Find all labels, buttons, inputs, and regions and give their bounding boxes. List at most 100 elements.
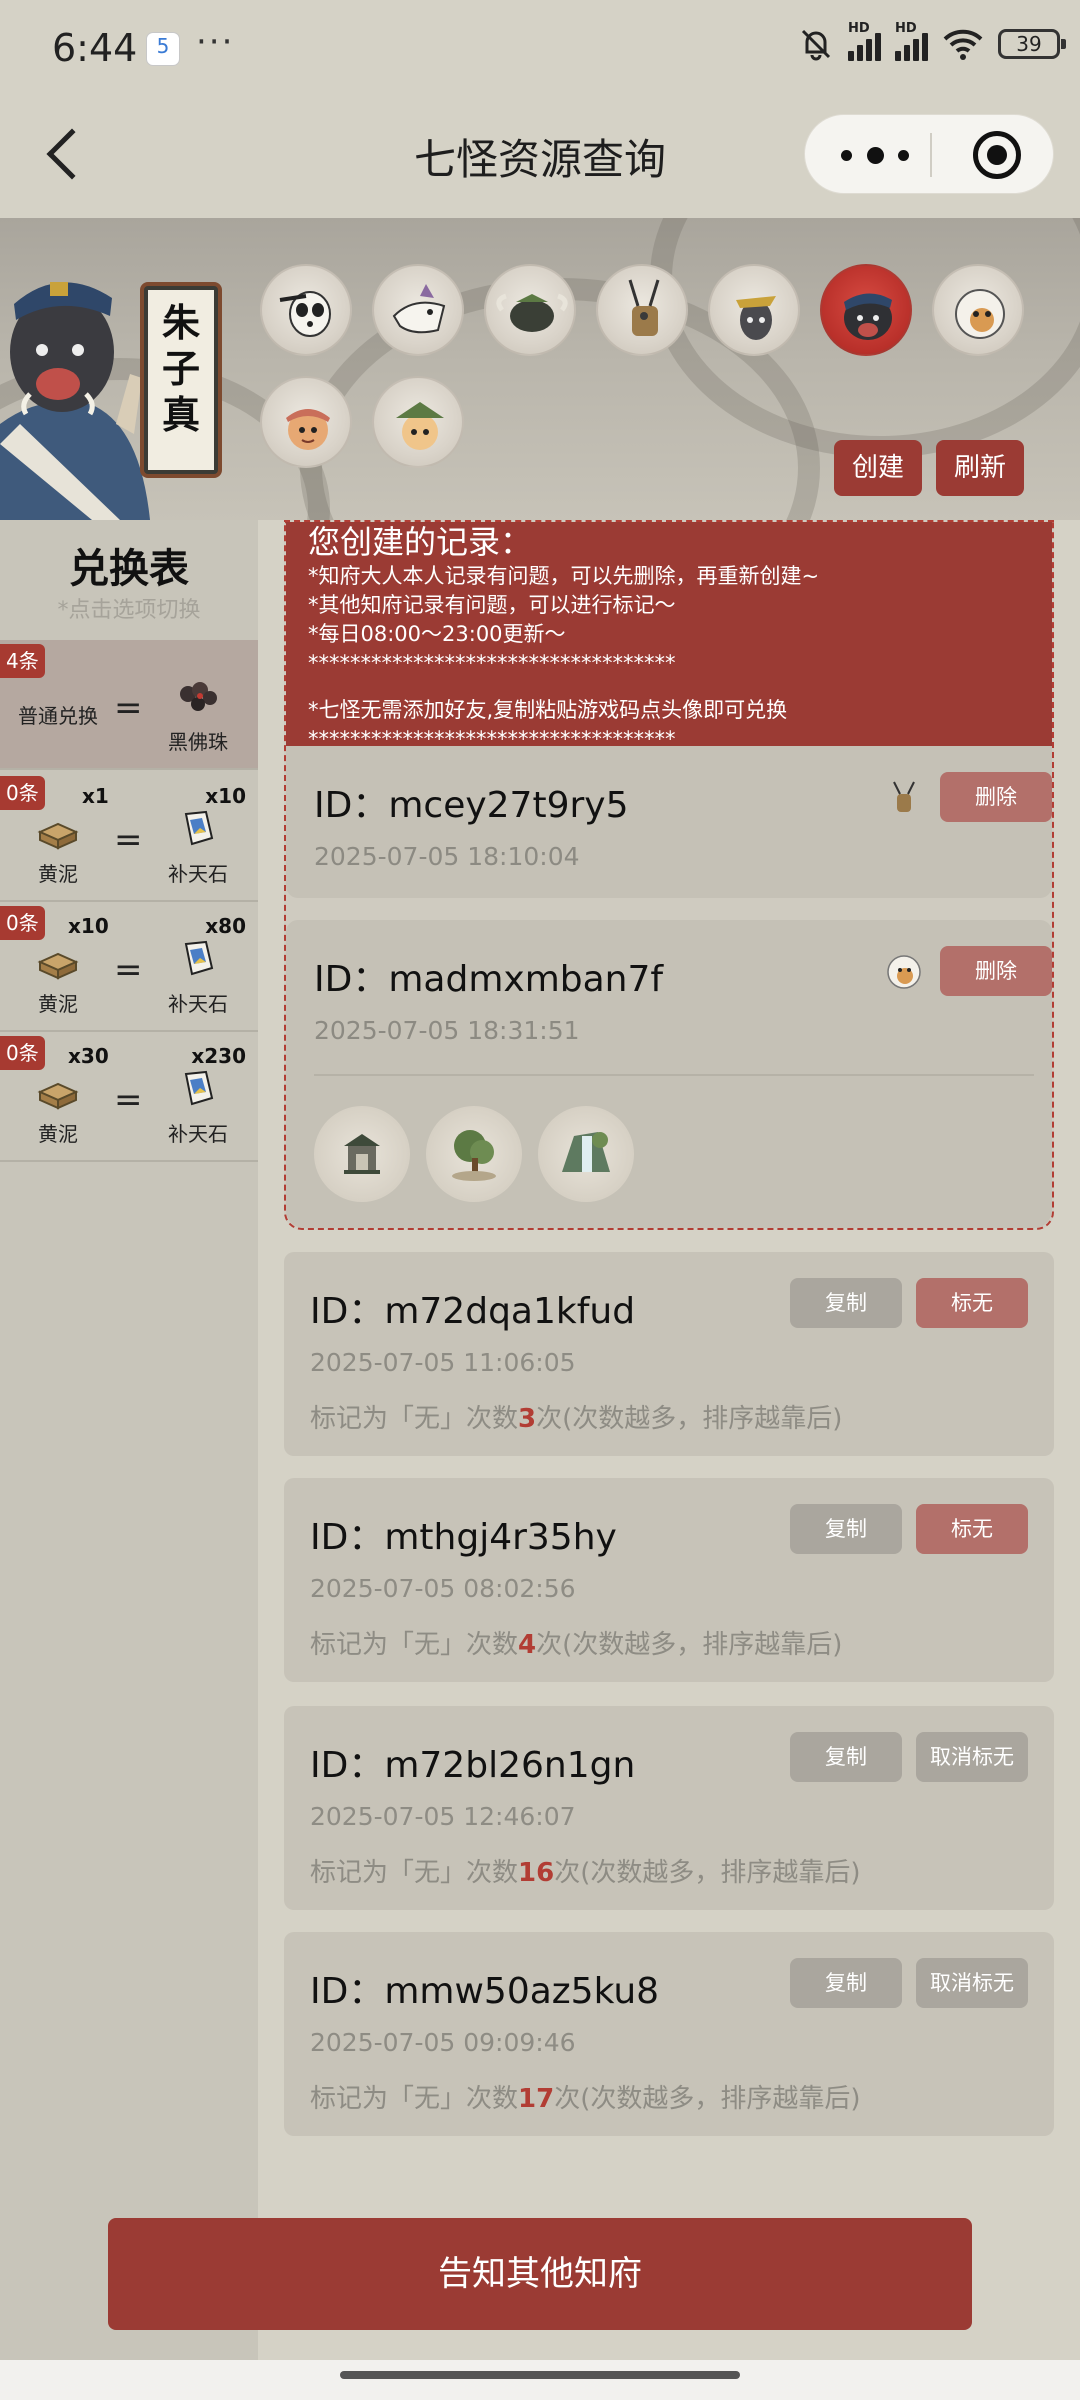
record-id: ID：mcey27t9ry5 bbox=[314, 785, 629, 826]
sidebar-title: 兑换表 bbox=[69, 546, 189, 592]
exchange-right-item: 补天石 bbox=[168, 862, 228, 886]
right-quantity: x10 bbox=[205, 784, 246, 808]
notify-other-magistrates-button[interactable]: 告知其他知府 bbox=[108, 2218, 972, 2330]
copy-button[interactable]: 复制 bbox=[790, 1958, 902, 2008]
notice-title: 您创建的记录： bbox=[308, 523, 533, 561]
right-quantity: x80 bbox=[205, 914, 246, 938]
note-prefix: 标记为「无」次数 bbox=[310, 2084, 519, 2114]
exchange-sidebar: 兑换表 *点击选项切换 4条 普通兑换 = 黑佛珠 0条 x1 x10 = 黄泥… bbox=[0, 520, 258, 2360]
mark-count: 17 bbox=[518, 2084, 555, 2114]
hero-name-plate: 朱子真 bbox=[144, 286, 218, 474]
sky-mending-stone-icon bbox=[184, 1070, 214, 1106]
record-count-badge: 0条 bbox=[0, 776, 45, 810]
right-quantity: x230 bbox=[191, 1044, 246, 1068]
exchange-left-item: 黄泥 bbox=[38, 1122, 78, 1146]
exchange-option-x1-x10[interactable]: 0条 x1 x10 = 黄泥 补天石 bbox=[0, 772, 258, 902]
exchange-left-item: 普通兑换 bbox=[18, 704, 98, 728]
exchange-option-x30-x230[interactable]: 0条 x30 x230 = 黄泥 补天石 bbox=[0, 1032, 258, 1162]
yellow-mud-icon bbox=[37, 1082, 79, 1110]
character-panda-icon[interactable] bbox=[260, 264, 352, 356]
character-bull-icon[interactable] bbox=[484, 264, 576, 356]
monkey-avatar-icon bbox=[887, 955, 921, 989]
record-id: ID：mthgj4r35hy bbox=[310, 1517, 617, 1558]
character-white-dog-icon[interactable] bbox=[372, 264, 464, 356]
mark-count-note: 标记为「无」次数3次(次数越多，排序越靠后) bbox=[310, 1398, 842, 1435]
other-record-card: ID：m72bl26n1gn 2025-07-05 12:46:07 标记为「无… bbox=[284, 1706, 1054, 1910]
mantis-avatar-icon bbox=[893, 781, 915, 812]
character-scholar-icon[interactable] bbox=[372, 376, 464, 468]
record-id: ID：madmxmban7f bbox=[314, 959, 664, 1000]
battery-icon: 39 bbox=[998, 29, 1066, 59]
copy-button[interactable]: 复制 bbox=[790, 1504, 902, 1554]
record-count-badge: 4条 bbox=[0, 644, 45, 678]
own-record-card: ID：mcey27t9ry5 2025-07-05 18:10:04 删除 bbox=[286, 746, 1052, 898]
left-quantity: x30 bbox=[68, 1044, 109, 1068]
character-boar-icon-selected[interactable] bbox=[820, 264, 912, 356]
notice-box: 您创建的记录： *知府大人本人记录有问题，可以先删除，再重新创建~ *其他知府记… bbox=[286, 522, 1052, 751]
copy-button[interactable]: 复制 bbox=[790, 1278, 902, 1328]
mark-none-button[interactable]: 标无 bbox=[916, 1504, 1028, 1554]
notice-line: *********************************** bbox=[308, 651, 676, 675]
other-record-card: ID：mmw50az5ku8 2025-07-05 09:09:46 标记为「无… bbox=[284, 1932, 1054, 2136]
equals-sign: = bbox=[114, 950, 143, 990]
exchange-right-item: 补天石 bbox=[168, 992, 228, 1016]
create-button[interactable]: 创建 bbox=[834, 440, 922, 496]
system-navigation-area bbox=[0, 2360, 1080, 2400]
mark-count: 3 bbox=[518, 1404, 537, 1434]
note-suffix: 次(次数越多，排序越靠后) bbox=[554, 2084, 861, 2114]
network-type-label: HD bbox=[848, 21, 870, 36]
close-program-icon[interactable] bbox=[973, 131, 1021, 179]
exchange-option-normal[interactable]: 4条 普通兑换 = 黑佛珠 bbox=[0, 640, 258, 770]
notice-line: *七怪无需添加好友,复制粘贴游戏码点头像即可兑换 bbox=[308, 698, 788, 722]
character-monkey-icon[interactable] bbox=[932, 264, 1024, 356]
exchange-right-item: 补天石 bbox=[168, 1122, 228, 1146]
note-suffix: 次(次数越多，排序越靠后) bbox=[554, 1858, 861, 1888]
pavilion-resource-icon bbox=[314, 1106, 410, 1202]
mark-count-note: 标记为「无」次数4次(次数越多，排序越靠后) bbox=[310, 1624, 842, 1661]
character-rat-icon[interactable] bbox=[708, 264, 800, 356]
delete-button[interactable]: 删除 bbox=[940, 772, 1052, 822]
sky-mending-stone-icon bbox=[184, 810, 214, 846]
notice-line: *每日08:00～23:00更新～ bbox=[308, 622, 566, 646]
notice-line: *其他知府记录有问题，可以进行标记～ bbox=[308, 593, 676, 617]
record-id: ID：m72bl26n1gn bbox=[310, 1745, 636, 1786]
delete-button[interactable]: 删除 bbox=[940, 946, 1052, 996]
exchange-left-item: 黄泥 bbox=[38, 862, 78, 886]
character-mantis-icon[interactable] bbox=[596, 264, 688, 356]
note-prefix: 标记为「无」次数 bbox=[310, 1630, 519, 1660]
mark-count-note: 标记为「无」次数16次(次数越多，排序越靠后) bbox=[310, 1852, 861, 1889]
sidebar-hint: *点击选项切换 bbox=[57, 598, 201, 623]
tree-resource-icon bbox=[426, 1106, 522, 1202]
unmark-none-button[interactable]: 取消标无 bbox=[916, 1732, 1028, 1782]
mark-count: 4 bbox=[518, 1630, 537, 1660]
mark-none-button[interactable]: 标无 bbox=[916, 1278, 1028, 1328]
note-suffix: 次(次数越多，排序越靠后) bbox=[536, 1404, 843, 1434]
refresh-button[interactable]: 刷新 bbox=[936, 440, 1024, 496]
cellular-signal-2-icon: HD bbox=[895, 21, 928, 61]
record-id: ID：m72dqa1kfud bbox=[310, 1291, 636, 1332]
mini-program-capsule bbox=[804, 114, 1054, 194]
exchange-option-x10-x80[interactable]: 0条 x10 x80 = 黄泥 补天石 bbox=[0, 902, 258, 1032]
mark-count-note: 标记为「无」次数17次(次数越多，排序越靠后) bbox=[310, 2078, 861, 2115]
waterfall-resource-icon bbox=[538, 1106, 634, 1202]
record-time: 2025-07-05 18:10:04 bbox=[314, 842, 580, 871]
title-bar: 七怪资源查询 bbox=[0, 100, 1080, 218]
exchange-left-item: 黄泥 bbox=[38, 992, 78, 1016]
exchange-right-item: 黑佛珠 bbox=[168, 730, 228, 754]
own-record-card: ID：madmxmban7f 2025-07-05 18:31:51 删除 bbox=[286, 920, 1052, 1228]
more-notifications-icon: ··· bbox=[196, 22, 235, 62]
mute-bell-icon bbox=[801, 29, 831, 61]
left-quantity: x10 bbox=[68, 914, 109, 938]
status-bar: 6:44 5 ··· HD HD 39 bbox=[0, 0, 1080, 100]
other-record-card: ID：mthgj4r35hy 2025-07-05 08:02:56 标记为「无… bbox=[284, 1478, 1054, 1682]
copy-button[interactable]: 复制 bbox=[790, 1732, 902, 1782]
record-id: ID：mmw50az5ku8 bbox=[310, 1971, 660, 2012]
unmark-none-button[interactable]: 取消标无 bbox=[916, 1958, 1028, 2008]
equals-sign: = bbox=[114, 688, 143, 728]
more-options-icon[interactable] bbox=[841, 143, 909, 167]
character-villager-icon[interactable] bbox=[260, 376, 352, 468]
network-type-label: HD bbox=[895, 21, 917, 36]
mark-count: 16 bbox=[518, 1858, 555, 1888]
home-indicator[interactable] bbox=[340, 2371, 740, 2379]
capsule-divider bbox=[930, 133, 932, 177]
